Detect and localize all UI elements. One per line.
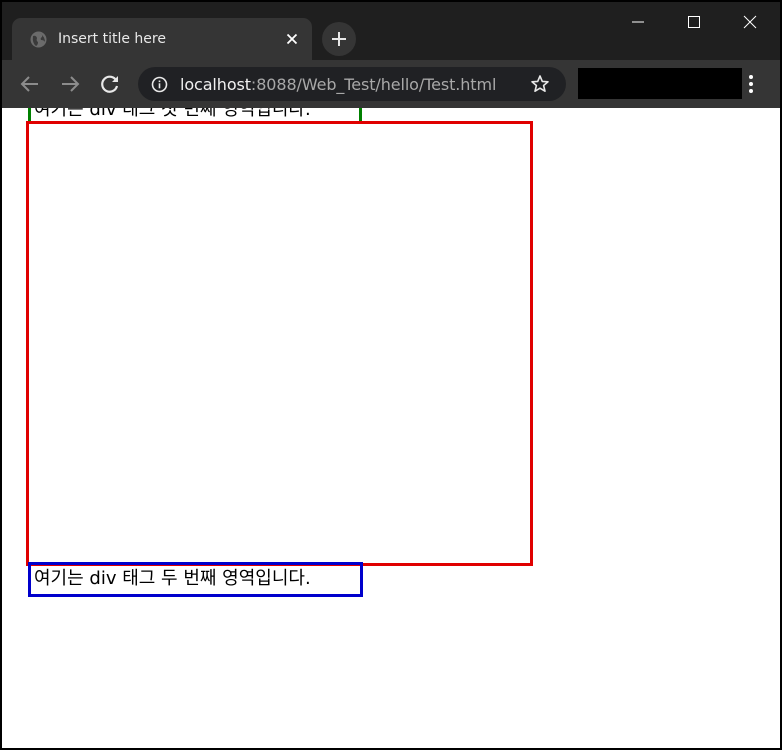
info-icon[interactable] xyxy=(151,76,168,93)
browser-toolbar: localhost:8088/Web_Test/hello/Test.html xyxy=(2,60,780,108)
second-div-area: 여기는 div 태그 두 번째 영역입니다. xyxy=(28,562,363,597)
plus-icon xyxy=(332,32,346,46)
back-arrow-icon[interactable] xyxy=(18,72,42,96)
globe-icon xyxy=(30,31,47,48)
maximize-button[interactable] xyxy=(666,2,722,42)
middle-div-area xyxy=(26,121,533,566)
browser-tab[interactable]: Insert title here xyxy=(12,18,312,60)
new-tab-button[interactable] xyxy=(322,22,356,56)
minimize-button[interactable] xyxy=(610,2,666,42)
address-bar[interactable]: localhost:8088/Web_Test/hello/Test.html xyxy=(138,67,566,101)
page-viewport: 여기는 div 태그 첫 번째 영역입니다. 여기는 div 태그 두 번째 영… xyxy=(2,108,780,748)
reload-icon[interactable] xyxy=(98,72,122,96)
forward-arrow-icon[interactable] xyxy=(58,72,82,96)
bookmark-star-icon[interactable] xyxy=(530,74,550,94)
more-menu-icon[interactable] xyxy=(744,71,758,97)
redacted-area xyxy=(578,68,742,99)
url-path: :8088/Web_Test/hello/Test.html xyxy=(250,75,497,94)
url-text: localhost:8088/Web_Test/hello/Test.html xyxy=(180,75,496,94)
close-window-button[interactable] xyxy=(722,2,778,42)
minimize-icon xyxy=(632,21,644,23)
tab-title: Insert title here xyxy=(58,31,166,47)
maximize-icon xyxy=(688,16,700,28)
close-tab-icon[interactable] xyxy=(284,31,300,47)
browser-window: Insert title here localhost:8088/Web_Tes… xyxy=(0,0,782,750)
close-icon xyxy=(743,15,757,29)
url-host: localhost xyxy=(180,75,251,94)
title-bar: Insert title here xyxy=(2,2,780,60)
